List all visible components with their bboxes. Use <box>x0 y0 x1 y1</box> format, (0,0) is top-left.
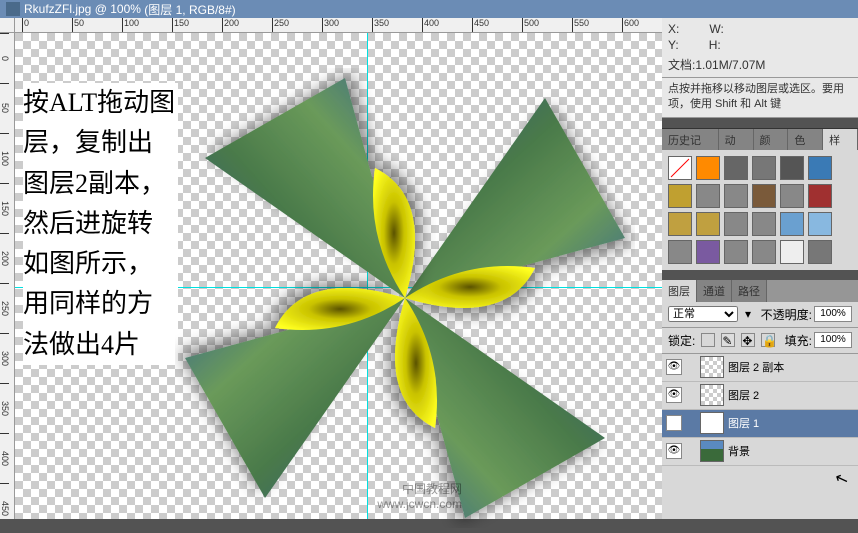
style-swatch[interactable] <box>724 184 748 208</box>
layer-name: 背景 <box>728 443 750 459</box>
style-swatch[interactable] <box>752 184 776 208</box>
style-swatch[interactable] <box>808 240 832 264</box>
lock-label: 锁定: <box>668 332 695 349</box>
style-swatch[interactable] <box>696 212 720 236</box>
layer-row[interactable]: 👁 图层 2 <box>662 382 858 410</box>
tab-layers[interactable]: 图层 <box>662 280 697 302</box>
tool-hint: 点按并拖移以移动图层或选区。要用项，使用 Shift 和 Alt 键 <box>662 78 858 118</box>
instruction-text: 按ALT拖动图层，复制出图层2副本，然后进旋转如图所示，用同样的方法做出4片 <box>23 83 178 365</box>
style-swatch[interactable] <box>696 184 720 208</box>
canvas-area[interactable]: 050100150200250300350400450500550600650 … <box>0 18 662 519</box>
tab-paths[interactable]: 路径 <box>732 280 767 302</box>
style-swatch[interactable] <box>668 240 692 264</box>
info-panel: X: W: Y: H: 文档:1.01M/7.07M <box>662 18 858 78</box>
style-swatch[interactable] <box>668 212 692 236</box>
ruler-vertical[interactable]: 050100150200250300350400450 <box>0 33 15 519</box>
visibility-toggle-icon[interactable]: 👁 <box>666 387 682 403</box>
style-swatch[interactable] <box>780 156 804 180</box>
style-swatch[interactable] <box>724 156 748 180</box>
style-swatch[interactable] <box>696 156 720 180</box>
style-swatch[interactable] <box>724 212 748 236</box>
styles-panel <box>662 150 858 270</box>
title-layer-info: (图层 1, RGB/8#) <box>144 1 235 18</box>
canvas[interactable]: 按ALT拖动图层，复制出图层2副本，然后进旋转如图所示，用同样的方法做出4片 <box>15 33 662 519</box>
ruler-origin[interactable] <box>0 18 15 33</box>
style-swatch[interactable] <box>752 212 776 236</box>
tab-color[interactable]: 颜色 <box>754 129 789 150</box>
document-icon <box>6 2 20 16</box>
visibility-toggle-icon[interactable]: 👁 <box>666 415 682 431</box>
document-title-bar: RkufzZFl.jpg @ 100% (图层 1, RGB/8#) <box>0 0 858 18</box>
blend-mode-select[interactable]: 正常 <box>668 306 738 322</box>
lock-transparency-icon[interactable] <box>701 333 715 347</box>
style-swatch[interactable] <box>780 184 804 208</box>
layer-name: 图层 1 <box>728 415 759 431</box>
layer-row[interactable]: 👁 图层 1 <box>662 410 858 438</box>
title-zoom: 100% <box>110 2 141 16</box>
watermark: 中国教程网www.jcwcn.com <box>377 482 462 511</box>
lock-position-icon[interactable]: ✥ <box>741 333 755 347</box>
style-swatch[interactable] <box>724 240 748 264</box>
style-swatch[interactable] <box>668 184 692 208</box>
opacity-label: 不透明度: <box>761 306 812 323</box>
tab-styles[interactable]: 样式 <box>823 129 858 150</box>
tab-swatches[interactable]: 色板 <box>788 129 823 150</box>
style-swatch[interactable] <box>808 212 832 236</box>
opacity-value[interactable]: 100% <box>814 306 852 322</box>
lock-all-icon[interactable]: 🔒 <box>761 333 775 347</box>
layer-thumbnail[interactable] <box>700 412 724 434</box>
styles-panel-tabs: 历史记录 动作 颜色 色板 样式 <box>662 128 858 150</box>
ruler-horizontal[interactable]: 050100150200250300350400450500550600650 <box>15 18 662 33</box>
layer-row[interactable]: 👁 背景 <box>662 438 858 466</box>
style-swatch[interactable] <box>780 240 804 264</box>
panels-column: X: W: Y: H: 文档:1.01M/7.07M 点按并拖移以移动图层或选区… <box>662 18 858 519</box>
pinwheel-artwork <box>175 68 635 528</box>
tab-channels[interactable]: 通道 <box>697 280 732 302</box>
layer-thumbnail[interactable] <box>700 384 724 406</box>
style-swatch[interactable] <box>780 212 804 236</box>
style-swatch[interactable] <box>668 156 692 180</box>
style-swatch[interactable] <box>808 156 832 180</box>
style-swatch[interactable] <box>752 156 776 180</box>
visibility-toggle-icon[interactable]: 👁 <box>666 359 682 375</box>
layer-name: 图层 2 <box>728 387 759 403</box>
layer-thumbnail[interactable] <box>700 356 724 378</box>
lock-pixels-icon[interactable]: ✎ <box>721 333 735 347</box>
style-swatch[interactable] <box>752 240 776 264</box>
layers-panel: 图层 通道 路径 正常 ▾ 不透明度: 100% 锁定: ✎ ✥ 🔒 填充: <box>662 280 858 519</box>
style-swatch[interactable] <box>808 184 832 208</box>
visibility-toggle-icon[interactable]: 👁 <box>666 443 682 459</box>
doc-size: 1.01M/7.07M <box>695 58 765 72</box>
fill-label: 填充: <box>785 332 812 349</box>
tab-history[interactable]: 历史记录 <box>662 129 719 150</box>
title-filename: RkufzZFl.jpg <box>24 2 91 16</box>
tab-actions[interactable]: 动作 <box>719 129 754 150</box>
fill-value[interactable]: 100% <box>814 332 852 348</box>
layer-thumbnail[interactable] <box>700 440 724 462</box>
layer-name: 图层 2 副本 <box>728 359 784 375</box>
layer-row[interactable]: 👁 图层 2 副本 <box>662 354 858 382</box>
style-swatch[interactable] <box>696 240 720 264</box>
